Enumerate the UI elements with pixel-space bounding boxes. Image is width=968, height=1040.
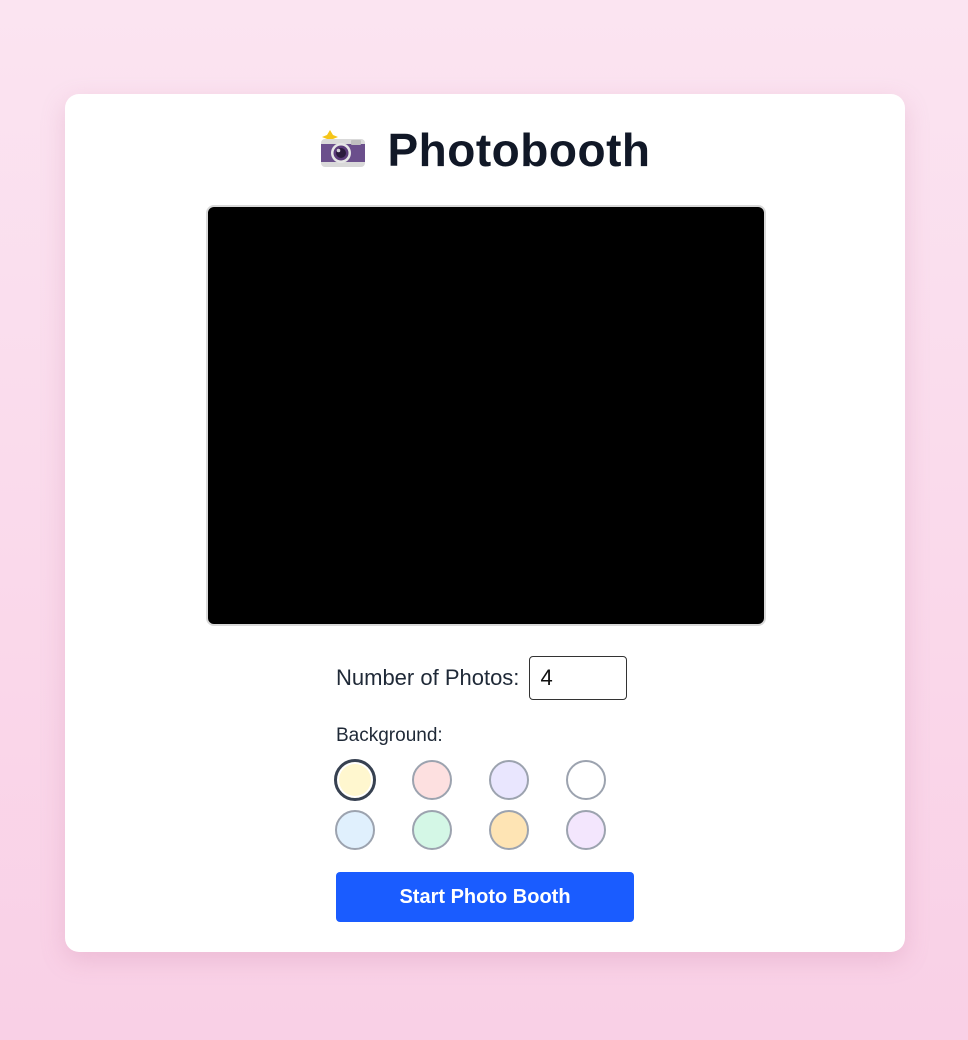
background-label: Background: xyxy=(336,725,443,746)
photobooth-card: Photobooth Number of Photos: Background:… xyxy=(65,94,905,952)
swatch-yellow[interactable] xyxy=(334,759,376,801)
swatch-pink[interactable] xyxy=(412,760,452,800)
swatch-light-blue[interactable] xyxy=(335,810,375,850)
swatch-mint[interactable] xyxy=(412,810,452,850)
photo-count-input[interactable] xyxy=(529,656,628,700)
start-photo-booth-button[interactable]: Start Photo Booth xyxy=(336,872,634,922)
swatch-white[interactable] xyxy=(566,760,606,800)
page-title: Photobooth xyxy=(387,124,651,176)
swatch-peach[interactable] xyxy=(489,810,529,850)
swatch-lavender[interactable] xyxy=(489,760,529,800)
swatch-lilac[interactable] xyxy=(566,810,606,850)
photo-count-row: Number of Photos: xyxy=(336,655,628,701)
camera-preview xyxy=(206,205,766,626)
photo-count-label: Number of Photos: xyxy=(336,665,520,690)
header: Photobooth xyxy=(65,122,905,178)
background-swatches xyxy=(334,759,634,853)
camera-with-flash-icon xyxy=(319,128,367,172)
